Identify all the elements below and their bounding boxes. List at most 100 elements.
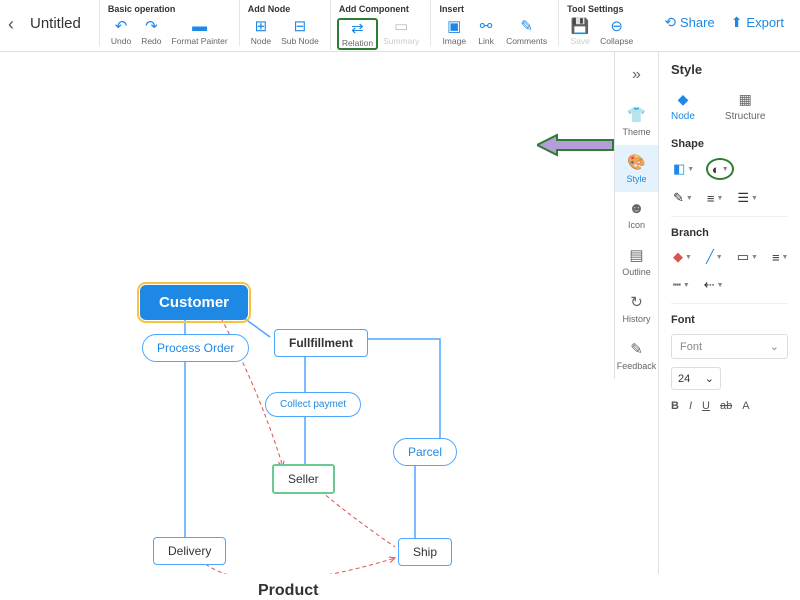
summary-icon: ▭ xyxy=(394,18,408,34)
branch-rect-control[interactable]: ▭▼ xyxy=(735,247,760,267)
node-customer[interactable]: Customer xyxy=(140,285,248,320)
image-icon: ▣ xyxy=(447,18,461,34)
node-ship[interactable]: Ship xyxy=(398,538,452,566)
export-button[interactable]: ⬆Export xyxy=(731,14,784,31)
fill-icon: ◧ xyxy=(673,161,685,177)
back-button[interactable]: ‹ xyxy=(0,0,22,49)
feedback-icon: ✎ xyxy=(630,340,643,358)
shape-align-control[interactable]: ≡▼ xyxy=(705,188,726,208)
branch-dash-control[interactable]: ┉▼ xyxy=(671,275,692,295)
relation-icon: ⇄ xyxy=(351,20,364,36)
group-label-addcomponent: Add Component xyxy=(337,2,425,18)
sidetab-theme[interactable]: 👕Theme xyxy=(615,98,658,145)
structure-tab-icon: ▦ xyxy=(739,91,752,108)
redo-button[interactable]: ↷Redo xyxy=(136,18,166,46)
mindmap-canvas[interactable]: Customer Process Order Fullfillment Coll… xyxy=(0,52,614,574)
panel-title: Style xyxy=(671,62,788,77)
section-branch: Branch xyxy=(671,227,788,239)
icon-icon: ☻ xyxy=(629,200,645,217)
history-icon: ↻ xyxy=(630,293,643,311)
branch-rect-icon: ▭ xyxy=(737,249,749,265)
undo-button[interactable]: ↶Undo xyxy=(106,18,136,46)
border-icon: ✎ xyxy=(673,190,684,206)
group-add-component: Add Component ⇄Relation ▭Summary xyxy=(330,0,431,50)
shape-border-control[interactable]: ✎▼ xyxy=(671,188,695,208)
shape-fill-control[interactable]: ◧▼ xyxy=(671,158,696,180)
node-collect-paymet[interactable]: Collect paymet xyxy=(265,392,361,417)
label-product: Product xyxy=(258,582,318,600)
sub-node-button[interactable]: ⊟Sub Node xyxy=(276,18,324,46)
save-icon: 💾 xyxy=(571,18,590,34)
node-delivery[interactable]: Delivery xyxy=(153,537,226,565)
export-icon: ⬆ xyxy=(731,14,743,31)
collapse-icon: ⊖ xyxy=(610,18,623,34)
branch-list-control[interactable]: ≡▼ xyxy=(770,247,791,267)
sidetab-feedback[interactable]: ✎Feedback xyxy=(615,332,658,379)
italic-button[interactable]: I xyxy=(689,400,692,412)
branch-line-control[interactable]: ╱▼ xyxy=(704,247,725,267)
side-tabs: » 👕Theme 🎨Style ☻Icon ▤Outline ↻History … xyxy=(614,52,658,379)
group-label-addnode: Add Node xyxy=(246,2,324,18)
shape-lines-control[interactable]: ☰▼ xyxy=(735,188,760,208)
underline-button[interactable]: U xyxy=(702,400,710,412)
node-tab-icon: ◆ xyxy=(678,91,689,108)
section-font: Font xyxy=(671,314,788,326)
strike-button[interactable]: ab xyxy=(720,400,732,412)
branch-list-icon: ≡ xyxy=(772,250,780,265)
section-shape: Shape xyxy=(671,138,788,150)
link-icon: ⚯ xyxy=(480,18,493,34)
group-insert: Insert ▣Image ⚯Link ✎Comments xyxy=(430,0,558,46)
panel-collapse-button[interactable]: » xyxy=(632,60,641,98)
style-panel: Style ◆Node ▦Structure Shape ◧▼ ◐▼ ✎▼ ≡▼… xyxy=(658,52,800,574)
shape-bg-control[interactable]: ◐▼ xyxy=(706,158,734,180)
share-button[interactable]: ⟲Share xyxy=(664,14,714,31)
node-seller[interactable]: Seller xyxy=(272,464,335,494)
node-parcel[interactable]: Parcel xyxy=(393,438,457,466)
sidetab-outline[interactable]: ▤Outline xyxy=(615,238,658,285)
share-icon: ⟲ xyxy=(664,14,676,31)
branch-color-control[interactable]: ◆▼ xyxy=(671,247,694,267)
node-button[interactable]: ⊞Node xyxy=(246,18,276,46)
node-fullfillment[interactable]: Fullfillment xyxy=(274,329,368,357)
font-family-select[interactable]: Font⌄ xyxy=(671,334,788,359)
group-label-basic: Basic operation xyxy=(106,2,233,18)
comments-button[interactable]: ✎Comments xyxy=(501,18,552,46)
group-label-toolsettings: Tool Settings xyxy=(565,2,638,18)
save-button[interactable]: 💾Save xyxy=(565,18,595,46)
outline-icon: ▤ xyxy=(629,246,643,264)
sidetab-icon[interactable]: ☻Icon xyxy=(615,192,658,238)
chevron-down-icon: ⌄ xyxy=(770,340,779,353)
relation-button[interactable]: ⇄Relation xyxy=(337,18,378,50)
link-button[interactable]: ⚯Link xyxy=(471,18,501,46)
sidetab-history[interactable]: ↻History xyxy=(615,285,658,332)
group-basic-operation: Basic operation ↶Undo ↷Redo ▬Format Pain… xyxy=(99,0,239,46)
theme-icon: 👕 xyxy=(627,106,646,124)
branch-arrow-icon: ⇠ xyxy=(704,277,715,293)
branch-dash-icon: ┉ xyxy=(673,277,681,293)
format-painter-button[interactable]: ▬Format Painter xyxy=(167,18,233,46)
image-button[interactable]: ▣Image xyxy=(437,18,471,46)
comments-icon: ✎ xyxy=(520,18,533,34)
chevron-down-icon: ⌄ xyxy=(705,372,714,385)
bold-button[interactable]: B xyxy=(671,400,679,412)
font-size-select[interactable]: 24⌄ xyxy=(671,367,721,390)
group-add-node: Add Node ⊞Node ⊟Sub Node xyxy=(239,0,330,46)
summary-button[interactable]: ▭Summary xyxy=(378,18,424,50)
collapse-button[interactable]: ⊖Collapse xyxy=(595,18,638,46)
format-painter-icon: ▬ xyxy=(192,18,207,34)
subtab-structure[interactable]: ▦Structure xyxy=(725,91,766,122)
subtab-node[interactable]: ◆Node xyxy=(671,91,695,122)
font-color-button[interactable]: A xyxy=(742,400,749,412)
branch-arrow-control[interactable]: ⇠▼ xyxy=(702,275,726,295)
sidetab-style[interactable]: 🎨Style xyxy=(615,145,658,192)
topbar-right: ⟲Share ⬆Export xyxy=(664,0,800,31)
top-toolbar: ‹ Untitled Basic operation ↶Undo ↷Redo ▬… xyxy=(0,0,800,52)
node-process-order[interactable]: Process Order xyxy=(142,334,249,362)
connector-lines xyxy=(0,52,614,574)
document-title[interactable]: Untitled xyxy=(22,0,99,32)
group-tool-settings: Tool Settings 💾Save ⊖Collapse xyxy=(558,0,644,46)
branch-color-icon: ◆ xyxy=(673,249,683,265)
undo-icon: ↶ xyxy=(115,18,128,34)
style-icon: 🎨 xyxy=(627,153,646,171)
lines-icon: ☰ xyxy=(737,190,749,206)
